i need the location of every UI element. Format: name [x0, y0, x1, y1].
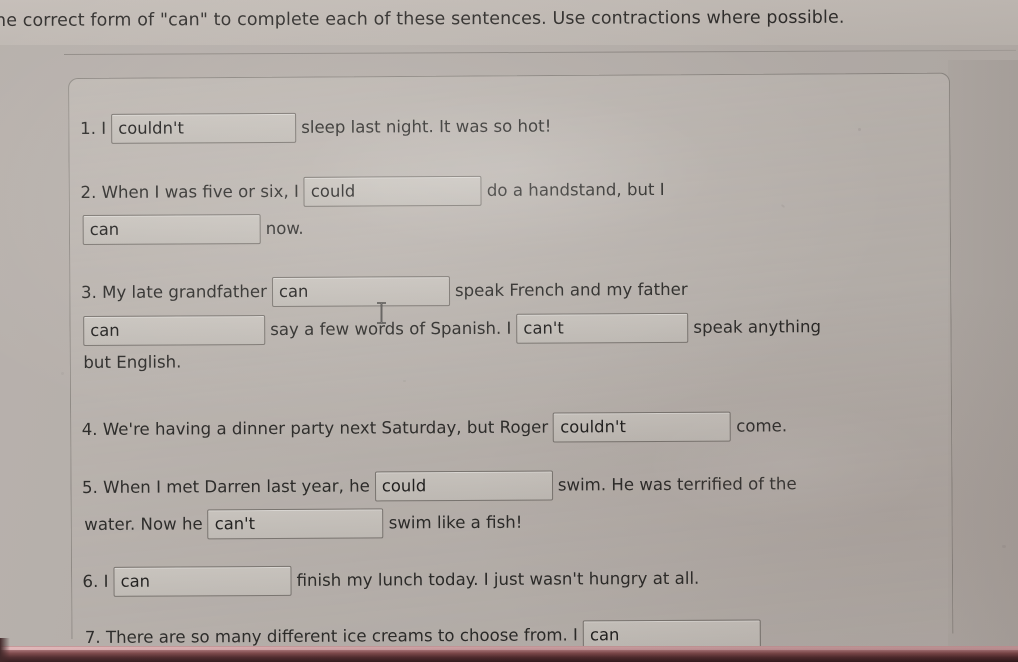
- question-6: 6. I can finish my lunch today. I just w…: [82, 564, 699, 597]
- question-5-text-a: 5. When I met Darren last year, he: [81, 476, 370, 497]
- bezel-left-shadow: [0, 638, 10, 662]
- question-2-text-b: do a handstand, but I: [486, 179, 665, 200]
- exercise-card: [68, 72, 954, 639]
- question-1-text-a: 1. I: [80, 118, 107, 138]
- question-3-text-a: 3. My late grandfather: [80, 281, 267, 302]
- instruction-text: he correct form of "can" to complete eac…: [0, 7, 845, 31]
- question-4-text-b: come.: [736, 416, 788, 436]
- question-7-text-a: 7. There are so many different ice cream…: [84, 625, 578, 647]
- question-2-text-c: now.: [265, 218, 304, 238]
- question-3-text-b: speak French and my father: [454, 279, 688, 300]
- header-divider: [63, 49, 1016, 55]
- question-2-line-2: can now.: [81, 214, 304, 245]
- answer-input-2b[interactable]: can: [82, 214, 261, 245]
- paper-speck: [403, 380, 406, 382]
- answer-input-3b[interactable]: can: [83, 315, 266, 346]
- paper-speck: [858, 128, 861, 131]
- question-5-text-b: swim. He was terrified of the: [557, 473, 797, 495]
- question-5-text-c: water. Now he: [84, 514, 203, 534]
- answer-input-4[interactable]: couldn't: [553, 411, 732, 443]
- paper-speck: [61, 372, 64, 375]
- answer-input-5b[interactable]: can't: [207, 508, 384, 540]
- question-5-text-d: swim like a fish!: [388, 512, 523, 533]
- question-2: 2. When I was five or six, I could do a …: [80, 175, 665, 208]
- question-3-text-d: speak anything: [693, 316, 822, 337]
- instruction-bar: he correct form of "can" to complete eac…: [0, 0, 1018, 45]
- answer-input-3c[interactable]: can't: [516, 312, 689, 344]
- question-1: 1. I couldn't sleep last night. It was s…: [80, 112, 551, 144]
- answer-input-6[interactable]: can: [113, 565, 292, 597]
- answer-input-3a[interactable]: can: [271, 276, 451, 307]
- question-3-text-c: say a few words of Spanish. I: [270, 318, 512, 339]
- question-6-text-b: finish my lunch today. I just wasn't hun…: [296, 568, 700, 590]
- bezel-highlight: [0, 647, 1018, 650]
- question-5-line-2: water. Now he can't swim like a fish!: [82, 508, 522, 540]
- answer-input-2a[interactable]: could: [303, 175, 482, 207]
- page-right-gutter: [948, 60, 1018, 660]
- question-2-text-a: 2. When I was five or six, I: [80, 181, 299, 202]
- paper-speck: [1002, 545, 1006, 548]
- question-5: 5. When I met Darren last year, he could…: [82, 469, 797, 503]
- question-3-line-2: can say a few words of Spanish. I can't …: [81, 312, 821, 346]
- question-4-text-a: 4. We're having a dinner party next Satu…: [81, 417, 549, 439]
- screen-photo: he correct form of "can" to complete eac…: [0, 0, 1018, 662]
- question-1-text-b: sleep last night. It was so hot!: [301, 116, 552, 137]
- question-4: 4. We're having a dinner party next Satu…: [82, 411, 788, 445]
- question-6-text-a: 6. I: [82, 571, 109, 591]
- question-3-text-e: but English.: [83, 352, 182, 372]
- answer-input-5a[interactable]: could: [374, 470, 553, 502]
- answer-input-1[interactable]: couldn't: [111, 112, 297, 144]
- question-3-line-3: but English.: [81, 352, 182, 372]
- question-3: 3. My late grandfather can speak French …: [81, 275, 688, 308]
